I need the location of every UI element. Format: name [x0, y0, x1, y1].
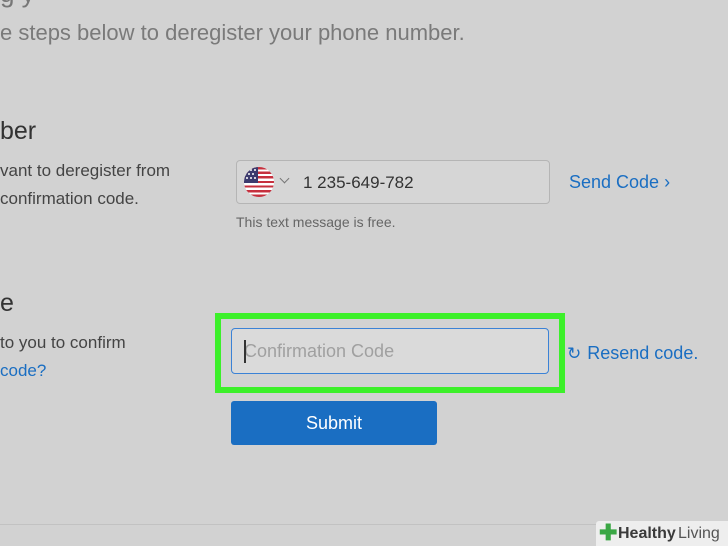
page-title-fragment: g y	[0, 0, 35, 9]
send-code-link[interactable]: Send Code ›	[569, 172, 670, 193]
resend-code-link[interactable]: ↻ Resend code.	[567, 343, 698, 364]
refresh-icon: ↻	[567, 344, 582, 363]
text-cursor	[244, 340, 246, 363]
us-flag-icon[interactable]	[244, 167, 274, 197]
phone-section-title: ber	[0, 117, 37, 145]
watermark-brand-light: Living	[678, 525, 720, 542]
free-message-note: This text message is free.	[236, 214, 396, 230]
code-section-text: to you to confirm	[0, 333, 126, 352]
code-help-link[interactable]: code?	[0, 357, 46, 385]
submit-button[interactable]: Submit	[231, 401, 437, 445]
phone-section-text-line1: vant to deregister from	[0, 161, 171, 180]
phone-section-text-line2: confirmation code.	[0, 189, 139, 208]
chevron-down-icon[interactable]	[279, 173, 290, 184]
phone-number-value: 1 235-649-782	[303, 173, 414, 192]
watermark-brand-bold: Healthy	[618, 525, 676, 542]
plus-icon: ✚	[599, 520, 618, 545]
watermark-logo: ✚ Healthy Living	[596, 521, 728, 546]
intro-text: e steps below to deregister your phone n…	[0, 20, 465, 45]
resend-code-label: Resend code.	[587, 343, 699, 363]
phone-number-field[interactable]: 1 235-649-782	[236, 160, 550, 204]
code-section-title: e	[0, 289, 14, 317]
confirmation-code-input[interactable]	[231, 328, 549, 374]
